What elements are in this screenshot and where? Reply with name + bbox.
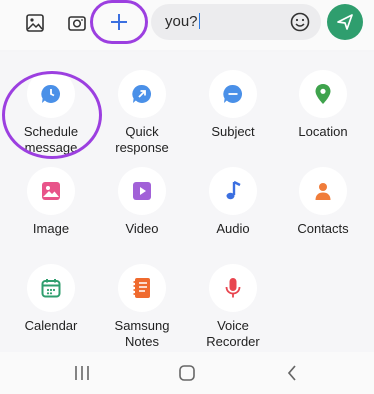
attach-label: Quick response bbox=[115, 124, 169, 155]
home-icon bbox=[179, 365, 195, 381]
voice-recorder-circle bbox=[209, 264, 257, 312]
attach-label: Subject bbox=[211, 124, 255, 139]
add-attachment-button[interactable] bbox=[90, 0, 148, 44]
contacts-circle bbox=[299, 167, 347, 215]
quick-response-icon bbox=[132, 84, 152, 103]
back-icon bbox=[287, 365, 296, 381]
calendar-icon bbox=[41, 279, 61, 298]
location-circle bbox=[299, 70, 347, 118]
samsung-notes-circle bbox=[118, 264, 166, 312]
recents-button[interactable] bbox=[67, 362, 97, 384]
message-input[interactable]: you? bbox=[151, 4, 321, 40]
home-button[interactable] bbox=[172, 362, 202, 384]
gallery-icon[interactable] bbox=[22, 10, 48, 36]
attach-label: Voice Recorder bbox=[206, 318, 260, 349]
text-caret bbox=[198, 13, 200, 29]
contacts-icon bbox=[315, 183, 331, 200]
video-circle bbox=[118, 167, 166, 215]
attach-subject[interactable]: Subject bbox=[187, 70, 279, 140]
attach-audio[interactable]: Audio bbox=[187, 167, 279, 237]
send-icon bbox=[337, 14, 353, 30]
subject-icon bbox=[223, 84, 243, 103]
audio-note-icon bbox=[226, 180, 241, 200]
video-icon bbox=[133, 182, 151, 200]
attach-location[interactable]: Location bbox=[277, 70, 369, 140]
attach-quick-response[interactable]: Quick response bbox=[96, 70, 188, 156]
samsung-notes-icon bbox=[133, 278, 150, 298]
subject-circle bbox=[209, 70, 257, 118]
compose-bar: you? bbox=[0, 0, 374, 50]
highlight-ring bbox=[2, 71, 102, 159]
attach-label: Audio bbox=[216, 221, 250, 236]
attach-label: Contacts bbox=[297, 221, 349, 236]
attach-image[interactable]: Image bbox=[5, 167, 97, 237]
image-circle bbox=[27, 167, 75, 215]
attach-video[interactable]: Video bbox=[96, 167, 188, 237]
attach-label: Image bbox=[32, 221, 70, 236]
attach-calendar[interactable]: Calendar bbox=[5, 264, 97, 334]
voice-recorder-icon bbox=[225, 278, 241, 298]
attach-voice-recorder[interactable]: Voice Recorder bbox=[187, 264, 279, 350]
attach-label: Samsung Notes bbox=[114, 318, 170, 349]
camera-icon[interactable] bbox=[64, 10, 90, 36]
send-button[interactable] bbox=[327, 4, 363, 40]
calendar-circle bbox=[27, 264, 75, 312]
plus-icon bbox=[111, 14, 127, 30]
system-nav-bar bbox=[0, 352, 374, 394]
message-input-text: you? bbox=[165, 13, 200, 30]
location-pin-icon bbox=[315, 84, 331, 104]
image-icon bbox=[42, 182, 60, 200]
attach-samsung-notes[interactable]: Samsung Notes bbox=[96, 264, 188, 350]
emoji-icon[interactable] bbox=[289, 11, 311, 38]
attach-contacts[interactable]: Contacts bbox=[277, 167, 369, 237]
recents-icon bbox=[75, 366, 89, 380]
back-button[interactable] bbox=[277, 362, 307, 384]
attach-label: Video bbox=[125, 221, 159, 236]
audio-circle bbox=[209, 167, 257, 215]
attach-label: Calendar bbox=[24, 318, 78, 333]
attach-label: Location bbox=[298, 124, 348, 139]
quick-response-circle bbox=[118, 70, 166, 118]
